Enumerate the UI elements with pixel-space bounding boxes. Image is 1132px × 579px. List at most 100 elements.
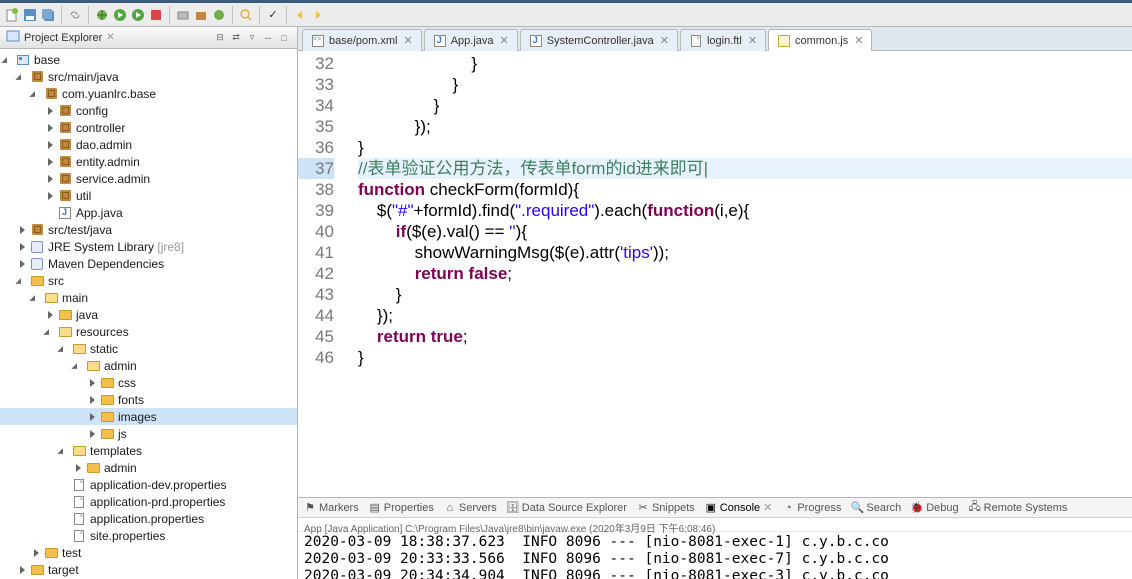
debug-icon[interactable] bbox=[94, 7, 110, 23]
tree-item[interactable]: application-prd.properties bbox=[0, 493, 297, 510]
code-area[interactable]: } } } });}//表单验证公用方法，传表单form的id进来即可|func… bbox=[354, 51, 1132, 497]
minimize-icon[interactable]: ─ bbox=[261, 31, 275, 45]
close-tab-icon[interactable]: ✕ bbox=[748, 34, 757, 47]
new-package-icon[interactable] bbox=[193, 7, 209, 23]
tree-item[interactable]: resources bbox=[0, 323, 297, 340]
tree-item[interactable]: images bbox=[0, 408, 297, 425]
tree-item[interactable]: util bbox=[0, 187, 297, 204]
tree-item[interactable]: application.properties bbox=[0, 510, 297, 527]
twisty-icon[interactable] bbox=[46, 123, 56, 133]
twisty-icon[interactable] bbox=[32, 293, 42, 303]
save-all-icon[interactable] bbox=[40, 7, 56, 23]
view-menu-icon[interactable]: ▿ bbox=[245, 31, 259, 45]
twisty-icon[interactable] bbox=[18, 242, 28, 252]
twisty-icon[interactable] bbox=[46, 140, 56, 150]
tree-item[interactable]: service.admin bbox=[0, 170, 297, 187]
editor-tab[interactable]: login.ftl✕ bbox=[680, 29, 766, 51]
twisty-icon[interactable] bbox=[46, 174, 56, 184]
twisty-icon[interactable] bbox=[32, 548, 42, 558]
twisty-icon[interactable] bbox=[18, 225, 28, 235]
twisty-icon[interactable] bbox=[88, 378, 98, 388]
twisty-icon[interactable] bbox=[46, 327, 56, 337]
close-tab-icon[interactable]: ✕ bbox=[854, 34, 863, 47]
twisty-icon[interactable] bbox=[46, 157, 56, 167]
run-last-icon[interactable] bbox=[130, 7, 146, 23]
tree-item[interactable]: base bbox=[0, 51, 297, 68]
bottom-tab-markers[interactable]: ⚑Markers bbox=[304, 502, 359, 514]
tree-item[interactable]: target bbox=[0, 561, 297, 578]
run-icon[interactable] bbox=[112, 7, 128, 23]
tree-item[interactable]: application-dev.properties bbox=[0, 476, 297, 493]
twisty-icon[interactable] bbox=[60, 446, 70, 456]
tree-item[interactable]: src/test/java bbox=[0, 221, 297, 238]
maximize-icon[interactable]: □ bbox=[277, 31, 291, 45]
tree-item[interactable]: controller bbox=[0, 119, 297, 136]
close-tab-icon[interactable]: ✕ bbox=[660, 34, 669, 47]
tree-item[interactable]: config bbox=[0, 102, 297, 119]
bottom-tab-progress[interactable]: ◔Progress bbox=[782, 502, 841, 514]
tree-item[interactable]: fonts bbox=[0, 391, 297, 408]
bottom-tab-properties[interactable]: ▤Properties bbox=[369, 502, 434, 514]
new-server-icon[interactable] bbox=[175, 7, 191, 23]
search-icon[interactable] bbox=[238, 7, 254, 23]
editor-tab[interactable]: base/pom.xml✕ bbox=[302, 29, 422, 51]
twisty-icon[interactable] bbox=[88, 395, 98, 405]
project-tree[interactable]: basesrc/main/javacom.yuanlrc.baseconfigc… bbox=[0, 49, 297, 579]
code-editor[interactable]: 323334353637383940414243444546 } } } });… bbox=[298, 51, 1132, 497]
console-output[interactable]: 2020-03-09 18:38:37.623 INFO 8096 --- [n… bbox=[298, 532, 1132, 579]
twisty-icon[interactable] bbox=[74, 361, 84, 371]
editor-tab[interactable]: SystemController.java✕ bbox=[520, 29, 678, 51]
tree-item[interactable]: site.properties bbox=[0, 527, 297, 544]
bottom-tab-snippets[interactable]: ✂Snippets bbox=[637, 502, 695, 514]
bottom-tab-data-source-explorer[interactable]: 🗄Data Source Explorer bbox=[507, 502, 627, 514]
twisty-icon[interactable] bbox=[74, 463, 84, 473]
twisty-icon[interactable] bbox=[18, 276, 28, 286]
twisty-icon[interactable] bbox=[88, 412, 98, 422]
twisty-icon[interactable] bbox=[46, 106, 56, 116]
tree-item[interactable]: App.java bbox=[0, 204, 297, 221]
bottom-tab-console[interactable]: ▣Console ✕ bbox=[705, 501, 773, 514]
forward-icon[interactable] bbox=[310, 7, 326, 23]
tree-item[interactable]: JRE System Library [jre8] bbox=[0, 238, 297, 255]
twisty-icon[interactable] bbox=[18, 565, 28, 575]
bottom-tab-debug[interactable]: 🐞Debug bbox=[911, 502, 958, 514]
tree-item[interactable]: js bbox=[0, 425, 297, 442]
toggle-mark-icon[interactable]: ✓ bbox=[265, 7, 281, 23]
tree-item[interactable]: src/main/java bbox=[0, 68, 297, 85]
back-icon[interactable] bbox=[292, 7, 308, 23]
twisty-icon[interactable] bbox=[18, 72, 28, 82]
tree-item[interactable]: src bbox=[0, 272, 297, 289]
new-icon[interactable] bbox=[4, 7, 20, 23]
save-icon[interactable] bbox=[22, 7, 38, 23]
bottom-tab-search[interactable]: 🔍Search bbox=[851, 502, 901, 514]
tree-item[interactable]: Maven Dependencies bbox=[0, 255, 297, 272]
twisty-icon[interactable] bbox=[88, 429, 98, 439]
close-tab-icon[interactable]: ✕ bbox=[500, 34, 509, 47]
tree-item[interactable]: entity.admin bbox=[0, 153, 297, 170]
close-tab-icon[interactable]: ✕ bbox=[403, 34, 412, 47]
tree-item[interactable]: css bbox=[0, 374, 297, 391]
twisty-icon[interactable] bbox=[18, 259, 28, 269]
tree-item[interactable]: dao.admin bbox=[0, 136, 297, 153]
new-class-icon[interactable] bbox=[211, 7, 227, 23]
tree-item[interactable]: templates bbox=[0, 442, 297, 459]
close-icon[interactable]: ✕ bbox=[763, 501, 772, 514]
tree-item[interactable]: test bbox=[0, 544, 297, 561]
editor-tab[interactable]: common.js✕ bbox=[768, 29, 872, 51]
bottom-tab-remote-systems[interactable]: 🖧Remote Systems bbox=[969, 502, 1068, 514]
twisty-icon[interactable] bbox=[32, 89, 42, 99]
tree-item[interactable]: admin bbox=[0, 357, 297, 374]
tree-item[interactable]: main bbox=[0, 289, 297, 306]
twisty-icon[interactable] bbox=[46, 191, 56, 201]
tree-item[interactable]: java bbox=[0, 306, 297, 323]
close-view-icon[interactable]: ✕ bbox=[106, 32, 114, 43]
twisty-icon[interactable] bbox=[46, 310, 56, 320]
tree-item[interactable]: static bbox=[0, 340, 297, 357]
tree-item[interactable]: com.yuanlrc.base bbox=[0, 85, 297, 102]
bottom-tab-servers[interactable]: ⌂Servers bbox=[444, 502, 497, 514]
link-editor-icon[interactable]: ⇄ bbox=[229, 31, 243, 45]
twisty-icon[interactable] bbox=[4, 55, 14, 65]
link-icon[interactable] bbox=[67, 7, 83, 23]
collapse-all-icon[interactable]: ⊟ bbox=[213, 31, 227, 45]
external-tools-icon[interactable] bbox=[148, 7, 164, 23]
